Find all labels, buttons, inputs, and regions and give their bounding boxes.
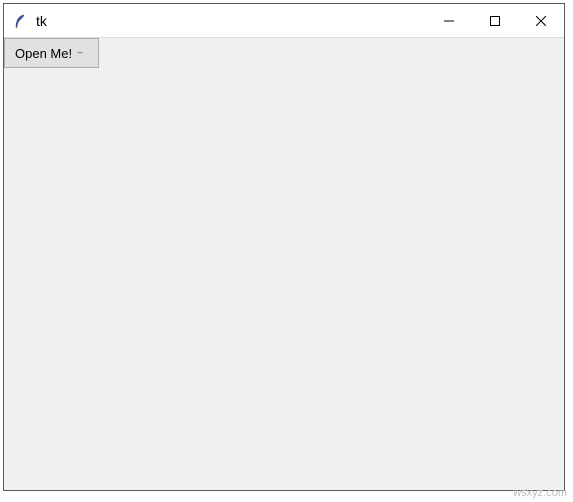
window-title: tk bbox=[36, 13, 426, 29]
minimize-icon bbox=[444, 16, 454, 26]
maximize-button[interactable] bbox=[472, 4, 518, 37]
close-icon bbox=[536, 16, 546, 26]
open-me-button[interactable]: Open Me! − bbox=[4, 38, 99, 68]
titlebar: tk bbox=[4, 4, 564, 38]
maximize-icon bbox=[490, 16, 500, 26]
close-button[interactable] bbox=[518, 4, 564, 37]
menu-indicator-icon: − bbox=[76, 48, 84, 59]
minimize-button[interactable] bbox=[426, 4, 472, 37]
feather-icon bbox=[12, 13, 28, 29]
watermark: wsxyz.com bbox=[513, 487, 567, 499]
client-area: Open Me! − bbox=[4, 38, 564, 490]
titlebar-controls bbox=[426, 4, 564, 37]
app-window: tk Open Me! − bbox=[3, 3, 565, 491]
open-me-button-label: Open Me! bbox=[15, 46, 72, 61]
